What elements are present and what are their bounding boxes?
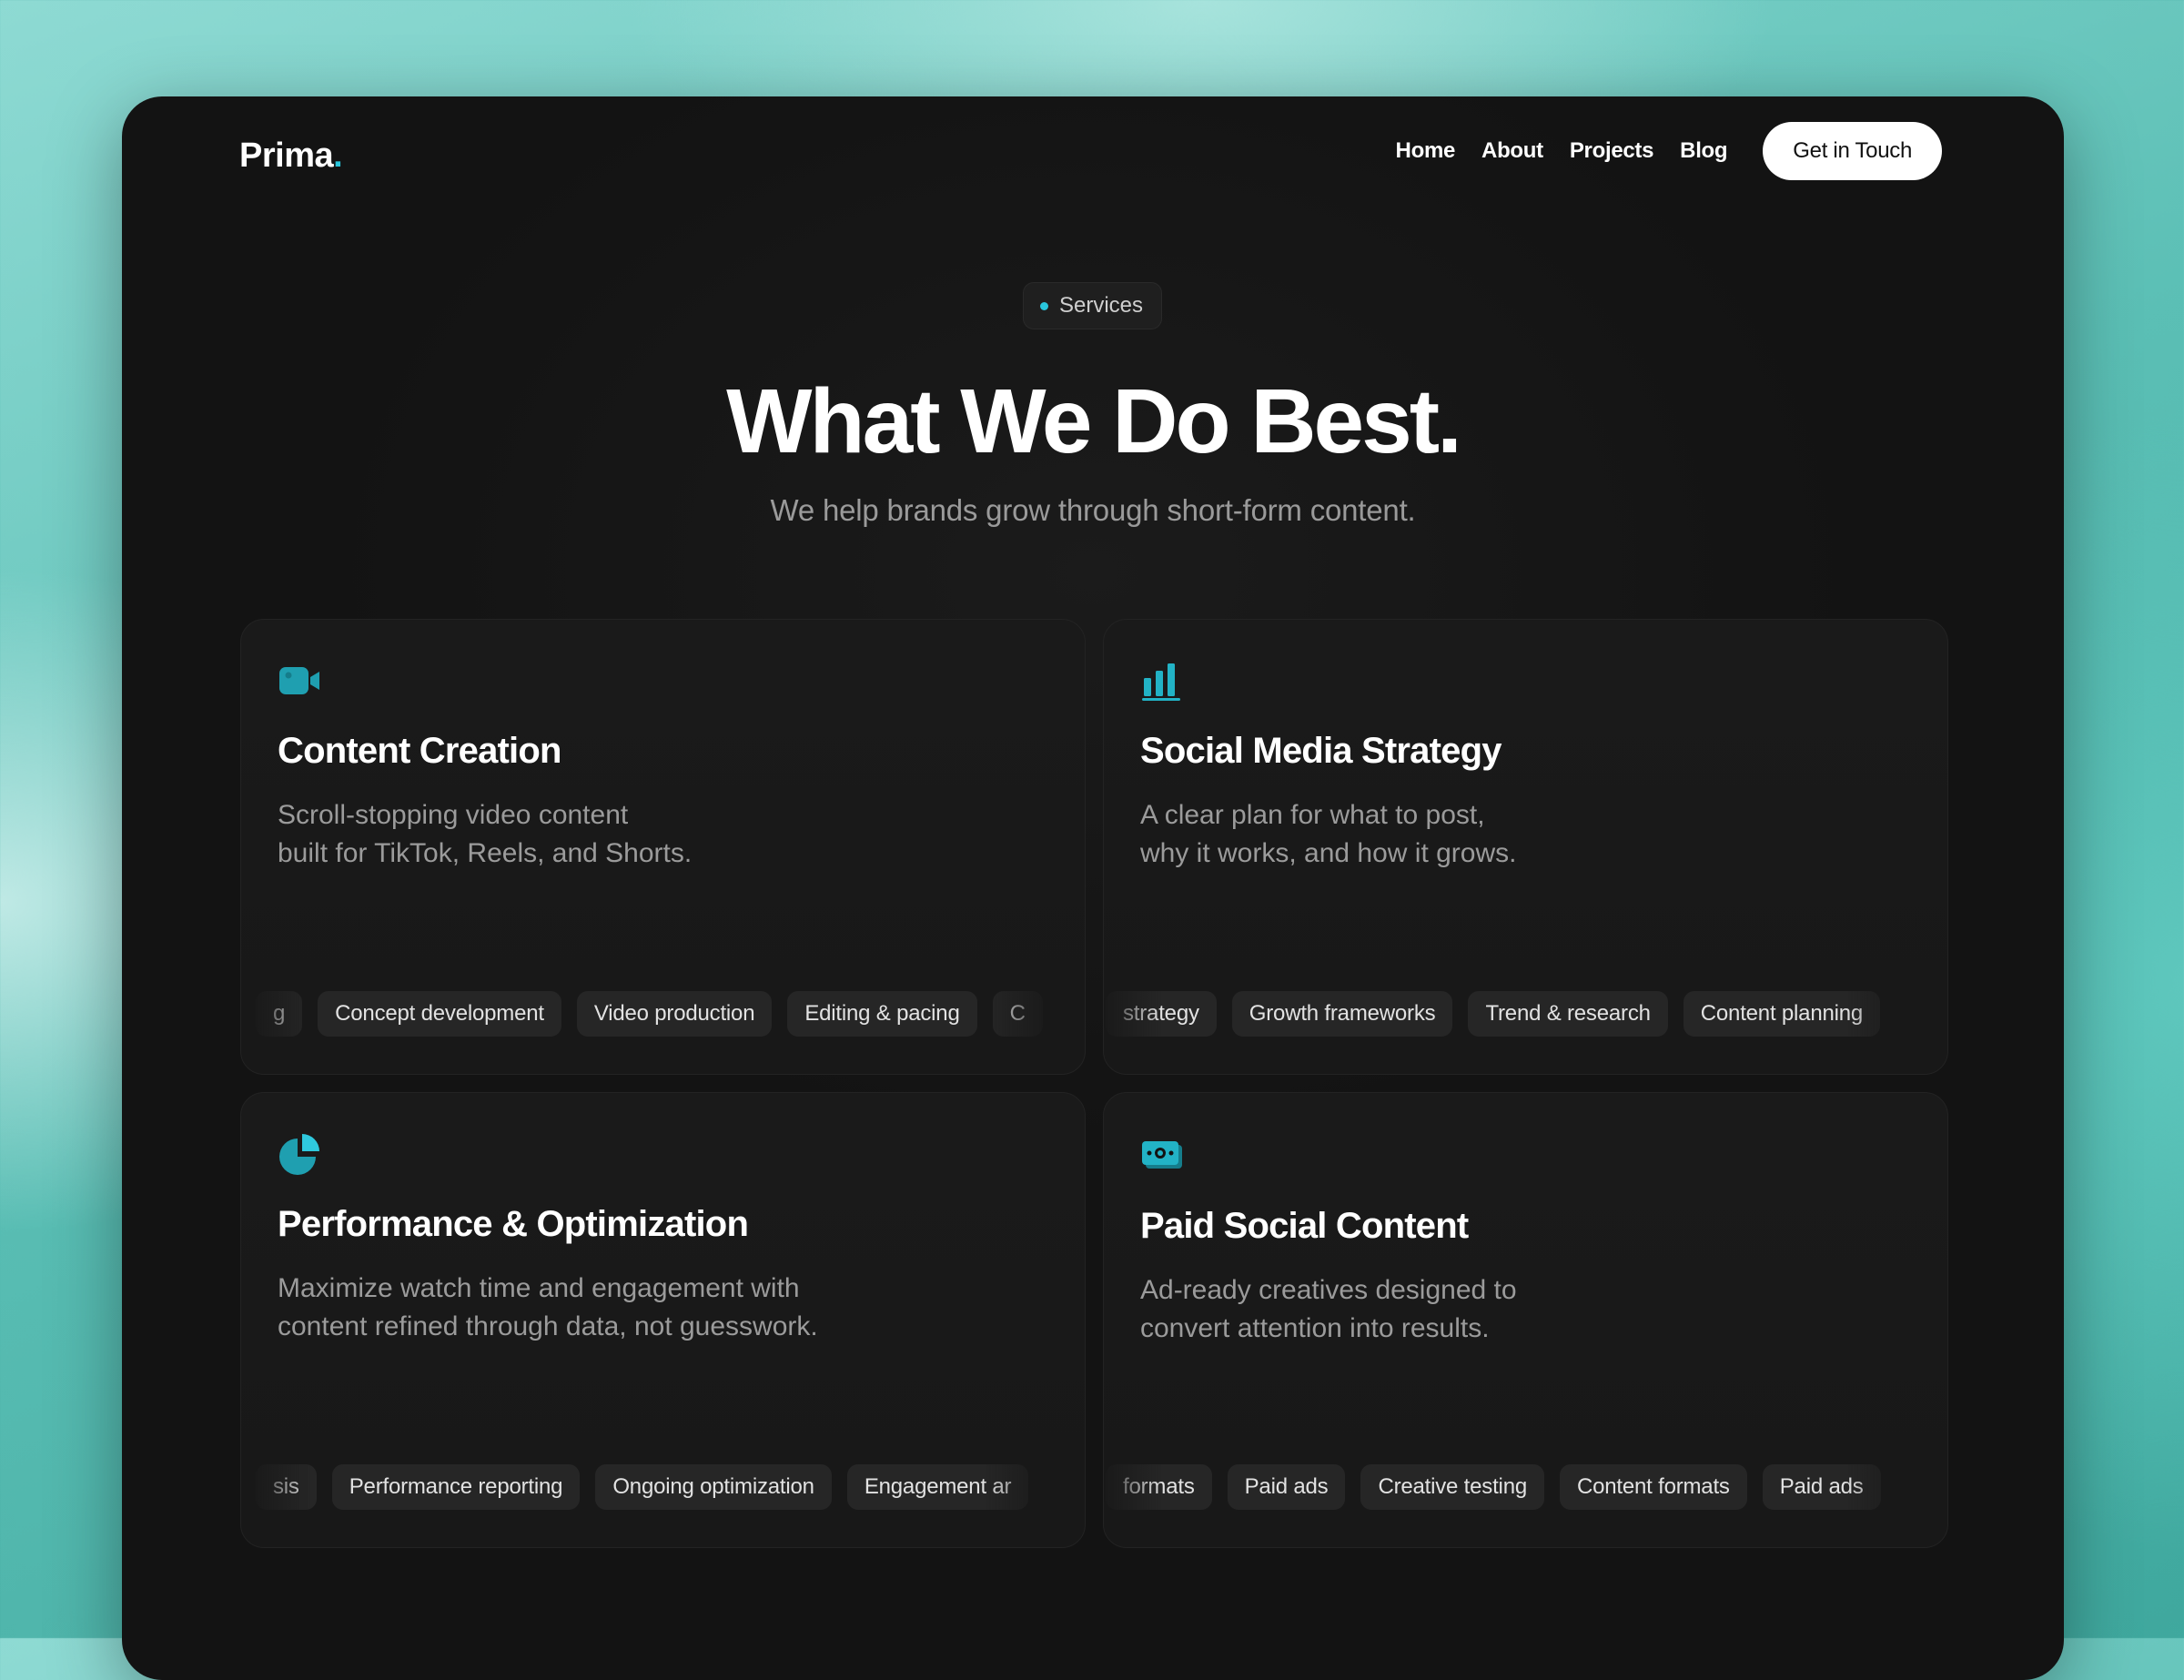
service-card-performance-optimization[interactable]: Performance & Optimization Maximize watc… <box>240 1092 1086 1548</box>
service-title: Paid Social Content <box>1140 1206 1469 1246</box>
description-line: Scroll-stopping video content <box>278 800 629 830</box>
service-tag: Concept development <box>318 991 561 1037</box>
logo[interactable]: Prima. <box>239 131 343 180</box>
pie-chart-icon <box>279 1134 319 1175</box>
service-card-social-media-strategy[interactable]: Social Media Strategy A clear plan for w… <box>1103 619 1948 1075</box>
service-tag: Paid ads <box>1762 1464 1881 1510</box>
eyebrow-label: Services <box>1059 293 1144 318</box>
services-eyebrow-badge: Services <box>1023 282 1163 329</box>
tag-marquee: sis Performance reporting Ongoing optimi… <box>256 1464 1048 1513</box>
description-line: A clear plan for what to post, <box>1140 800 1485 830</box>
service-tag: Growth frameworks <box>1231 991 1453 1037</box>
service-tag: sis <box>256 1464 317 1510</box>
get-in-touch-button[interactable]: Get in Touch <box>1763 122 1942 180</box>
service-tag: Creative testing <box>1360 1464 1544 1510</box>
service-tag: C <box>992 991 1043 1037</box>
description-line: why it works, and how it grows. <box>1140 838 1517 868</box>
video-camera-icon <box>279 667 319 694</box>
description-line: content refined through data, not guessw… <box>278 1311 818 1341</box>
service-tag: Content formats <box>1559 1464 1747 1510</box>
description-line: built for TikTok, Reels, and Shorts. <box>278 838 693 868</box>
service-description: Ad-ready creatives designed to convert a… <box>1140 1271 1777 1348</box>
service-title: Performance & Optimization <box>278 1204 749 1244</box>
nav-home-link[interactable]: Home <box>1396 138 1456 164</box>
description-line: Ad-ready creatives designed to <box>1140 1275 1517 1305</box>
service-tag: Video production <box>576 991 773 1037</box>
service-tag: g <box>256 991 303 1037</box>
nav-blog-link[interactable]: Blog <box>1680 138 1727 164</box>
service-card-content-creation[interactable]: Content Creation Scroll-stopping video c… <box>240 619 1086 1075</box>
logo-dot: . <box>333 136 343 175</box>
service-description: Maximize watch time and engagement with … <box>278 1270 915 1346</box>
main-nav: Home About Projects Blog Get in Touch <box>1396 122 1942 180</box>
logo-text: Prima <box>239 136 334 175</box>
accent-dot-icon <box>1040 301 1048 310</box>
nav-projects-link[interactable]: Projects <box>1570 138 1654 164</box>
service-description: Scroll-stopping video content built for … <box>278 796 915 873</box>
service-title: Content Creation <box>278 731 561 771</box>
service-tag: Engagement ar <box>846 1464 1029 1510</box>
service-tag: Paid ads <box>1227 1464 1346 1510</box>
bar-chart-icon <box>1142 663 1180 701</box>
service-tag: Content planning <box>1683 991 1881 1037</box>
description-line: Maximize watch time and engagement with <box>278 1273 800 1303</box>
nav-about-link[interactable]: About <box>1481 138 1543 164</box>
service-title: Social Media Strategy <box>1140 731 1502 771</box>
tag-marquee: g Concept development Video production E… <box>256 991 1048 1040</box>
service-tag: Performance reporting <box>331 1464 581 1510</box>
tag-marquee: formats Paid ads Creative testing Conten… <box>1106 1464 1911 1513</box>
service-tag: Trend & research <box>1468 991 1668 1037</box>
service-tag: formats <box>1106 1464 1212 1510</box>
description-line: convert attention into results. <box>1140 1313 1490 1343</box>
tag-marquee: strategy Growth frameworks Trend & resea… <box>1106 991 1911 1040</box>
service-tag: Editing & pacing <box>787 991 977 1037</box>
service-description: A clear plan for what to post, why it wo… <box>1140 796 1777 873</box>
money-icon <box>1142 1141 1182 1169</box>
page-subtitle: We help brands grow through short-form c… <box>770 493 1416 527</box>
service-tag: strategy <box>1106 991 1217 1037</box>
service-tag: Ongoing optimization <box>595 1464 832 1510</box>
service-card-paid-social-content[interactable]: Paid Social Content Ad-ready creatives d… <box>1103 1092 1948 1548</box>
page-title: What We Do Best. <box>726 370 1462 472</box>
browser-window: Prima. Home About Projects Blog Get in T… <box>122 96 2064 1680</box>
